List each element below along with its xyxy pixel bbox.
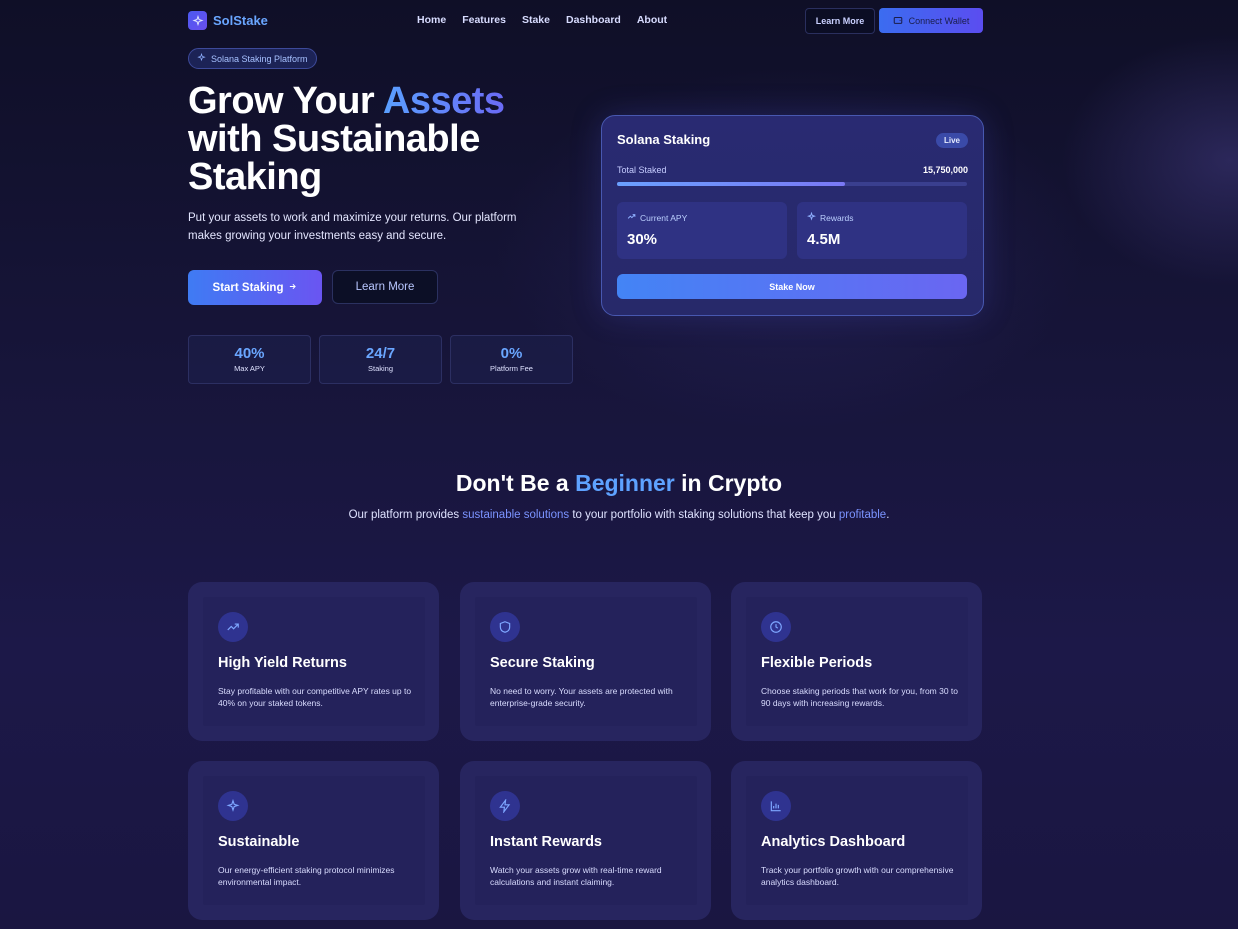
features-subtitle-part1: Our platform provides <box>348 509 463 521</box>
hero-title: Grow Your Assets with Sustainable Stakin… <box>188 82 568 196</box>
hero-learn-more-button[interactable]: Learn More <box>332 270 438 304</box>
clock-icon <box>761 612 791 642</box>
feature-card-inner: Sustainable Our energy-efficient staking… <box>203 776 425 905</box>
nav-link-stake[interactable]: Stake <box>522 14 550 26</box>
feature-card-high-yield[interactable]: High Yield Returns Stay profitable with … <box>188 582 439 741</box>
nav-link-about[interactable]: About <box>637 14 667 26</box>
nav-link-features[interactable]: Features <box>462 14 506 26</box>
stat-label: Platform Fee <box>490 364 533 373</box>
features-subtitle: Our platform provides sustainable soluti… <box>344 506 894 524</box>
rewards-box: Rewards 4.5M <box>797 202 967 259</box>
nav-link-home[interactable]: Home <box>417 14 446 26</box>
staked-progress-fill <box>617 182 845 186</box>
wallet-icon <box>893 15 903 27</box>
bar-chart-icon <box>761 791 791 821</box>
stat-staking: 24/7 Staking <box>319 335 442 384</box>
feature-card-inner: Analytics Dashboard Track your portfolio… <box>746 776 968 905</box>
staked-progress-bar <box>617 182 967 186</box>
feature-card-sustainable[interactable]: Sustainable Our energy-efficient staking… <box>188 761 439 920</box>
features-subtitle-highlight2: profitable <box>838 509 887 521</box>
feature-description: Watch your assets grow with real-time re… <box>490 865 662 887</box>
feature-title: Sustainable <box>218 834 300 850</box>
start-staking-label: Start Staking <box>212 281 284 294</box>
stat-value: 24/7 <box>365 345 396 362</box>
sparkles-icon <box>188 11 207 30</box>
feature-card-flexible[interactable]: Flexible Periods Choose staking periods … <box>731 582 982 741</box>
top-nav: SolStake Home Features Stake Dashboard A… <box>188 8 983 34</box>
feature-description: Track your portfolio growth with our com… <box>761 865 954 887</box>
stat-value: 40% <box>234 345 265 362</box>
stake-now-button[interactable]: Stake Now <box>617 274 967 299</box>
feature-description: No need to worry. Your assets are protec… <box>490 686 673 708</box>
feature-description: Choose staking periods that work for you… <box>761 686 959 708</box>
rewards-label-row: Rewards <box>807 211 854 223</box>
brand-logo[interactable]: SolStake <box>188 11 268 30</box>
staking-card-title: Solana Staking <box>617 132 711 147</box>
feature-description: Stay profitable with our competitive APY… <box>218 686 412 708</box>
features-title-part2: in Crypto <box>674 470 783 496</box>
feature-title: Instant Rewards <box>490 834 602 850</box>
feature-title: High Yield Returns <box>218 655 347 671</box>
features-title: Don't Be a Beginner in Crypto <box>0 470 1238 497</box>
status-badge: Live <box>935 133 968 148</box>
brand-name: SolStake <box>213 13 268 28</box>
nav-link-dashboard[interactable]: Dashboard <box>566 14 621 26</box>
platform-badge: Solana Staking Platform <box>188 48 317 69</box>
feature-card-inner: Instant Rewards Watch your assets grow w… <box>475 776 697 905</box>
zap-icon <box>490 791 520 821</box>
rewards-label: Rewards <box>820 212 854 223</box>
current-apy-box: Current APY 30% <box>617 202 787 259</box>
shield-icon <box>490 612 520 642</box>
features-title-accent: Beginner <box>575 470 675 496</box>
sparkles-icon <box>218 791 248 821</box>
page: SolStake Home Features Stake Dashboard A… <box>0 0 1238 929</box>
feature-title: Flexible Periods <box>761 655 873 671</box>
hero-subtitle: Put your assets to work and maximize you… <box>188 212 517 242</box>
feature-title: Analytics Dashboard <box>761 834 906 850</box>
trending-up-icon <box>218 612 248 642</box>
badge-label: Solana Staking Platform <box>211 53 308 64</box>
feature-card-analytics[interactable]: Analytics Dashboard Track your portfolio… <box>731 761 982 920</box>
rewards-value: 4.5M <box>807 231 841 248</box>
features-subtitle-highlight1: sustainable solutions <box>462 509 570 521</box>
nav-learn-more-button[interactable]: Learn More <box>805 8 875 34</box>
feature-description: Our energy-efficient staking protocol mi… <box>218 865 395 887</box>
hero-title-accent: Assets <box>382 80 505 122</box>
current-apy-label-row: Current APY <box>627 212 687 223</box>
features-subtitle-part2: to your portfolio with staking solutions… <box>569 509 839 521</box>
sparkles-icon <box>807 211 816 223</box>
feature-card-inner: Flexible Periods Choose staking periods … <box>746 597 968 726</box>
connect-wallet-button[interactable]: Connect Wallet <box>879 8 983 33</box>
sparkles-icon <box>197 52 206 64</box>
current-apy-label: Current APY <box>640 212 688 223</box>
total-staked-label: Total Staked <box>617 165 667 175</box>
stat-platform-fee: 0% Platform Fee <box>450 335 573 384</box>
hero-title-part2: with Sustainable Staking <box>188 118 480 198</box>
trending-up-icon <box>627 212 636 223</box>
hero-title-part1: Grow Your <box>188 80 383 122</box>
stat-max-apy: 40% Max APY <box>188 335 311 384</box>
features-subtitle-part3: . <box>886 509 890 521</box>
features-title-part1: Don't Be a <box>455 470 576 496</box>
feature-title: Secure Staking <box>490 655 595 671</box>
stat-value: 0% <box>500 345 523 362</box>
feature-card-secure[interactable]: Secure Staking No need to worry. Your as… <box>460 582 711 741</box>
nav-links: Home Features Stake Dashboard About <box>417 14 667 26</box>
feature-card-inner: High Yield Returns Stay profitable with … <box>203 597 425 726</box>
feature-card-inner: Secure Staking No need to worry. Your as… <box>475 597 697 726</box>
staking-card: Solana Staking Live Total Staked 15,750,… <box>601 115 984 316</box>
stat-label: Staking <box>367 364 394 373</box>
arrow-right-icon <box>288 282 297 294</box>
feature-card-instant-rewards[interactable]: Instant Rewards Watch your assets grow w… <box>460 761 711 920</box>
start-staking-button[interactable]: Start Staking <box>188 270 322 305</box>
total-staked-value: 15,750,000 <box>922 165 968 175</box>
connect-wallet-label: Connect Wallet <box>908 15 970 26</box>
stat-label: Max APY <box>234 364 265 373</box>
current-apy-value: 30% <box>627 231 658 248</box>
